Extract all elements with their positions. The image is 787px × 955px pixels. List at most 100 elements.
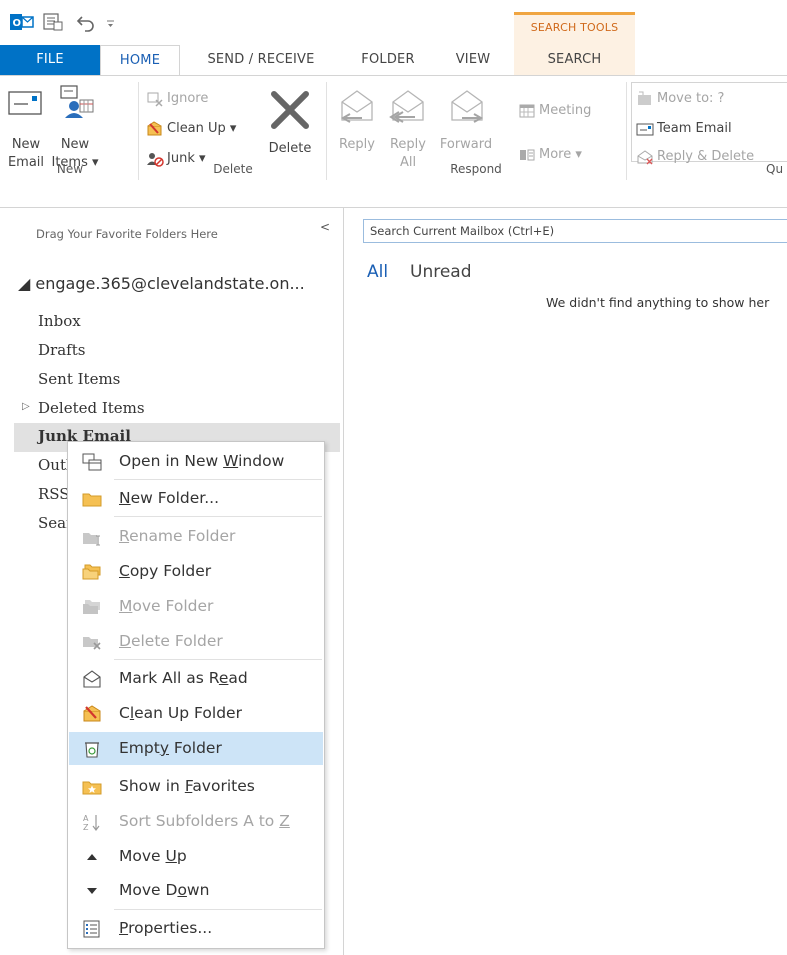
customize-toolbar-icon[interactable]	[106, 12, 116, 32]
tab-view[interactable]: VIEW	[440, 45, 506, 75]
menu-separator	[114, 479, 322, 480]
menu-mark-all-as-read[interactable]: Mark All as Read	[69, 662, 323, 695]
filter-unread[interactable]: Unread	[410, 262, 472, 282]
collapse-pane-button[interactable]: <	[320, 220, 330, 234]
menu-copy-folder[interactable]: Copy Folder	[69, 555, 323, 588]
delete-group-label: Delete	[213, 162, 253, 176]
ignore-button[interactable]: Ignore	[146, 88, 208, 110]
open-envelope-icon	[83, 670, 101, 688]
reply-label: Reply	[338, 137, 375, 152]
menu-item-label: Clean Up Folder	[119, 704, 242, 722]
meeting-button[interactable]: Meeting	[518, 100, 591, 122]
clean-up-icon	[147, 120, 162, 135]
filter-all[interactable]: All	[367, 262, 388, 282]
new-items-button[interactable]: New Items ▾	[50, 80, 100, 170]
account-header[interactable]: ◢ engage.365@clevelandstate.on...	[18, 274, 305, 293]
message-list-pane: Search Current Mailbox (Ctrl+E) All Unre…	[345, 208, 787, 955]
search-input[interactable]: Search Current Mailbox (Ctrl+E)	[363, 219, 787, 243]
outlook-logo-icon: O	[10, 14, 34, 30]
search-tools-group-label: SEARCH TOOLS	[514, 12, 635, 45]
svg-text:Z: Z	[83, 823, 89, 831]
tab-search[interactable]: SEARCH	[514, 45, 635, 75]
ribbon-separator	[138, 82, 139, 180]
new-email-label-1: New	[11, 137, 41, 152]
triangle-up-icon	[87, 854, 97, 860]
menu-item-label: Rename Folder	[119, 527, 236, 545]
menu-empty-folder[interactable]: Empty Folder	[69, 732, 323, 765]
menu-item-label: New Folder...	[119, 489, 220, 507]
tab-home[interactable]: HOME	[100, 45, 180, 76]
menu-move-folder[interactable]: Move Folder	[69, 590, 323, 623]
move-to-label: Move to: ?	[657, 91, 725, 106]
menu-rename-folder[interactable]: Rename Folder	[69, 520, 323, 553]
tab-send-receive[interactable]: SEND / RECEIVE	[186, 45, 336, 75]
send-receive-all-icon[interactable]	[42, 12, 64, 32]
menu-item-label: Mark All as Read	[119, 669, 248, 687]
new-group-label: New	[56, 162, 84, 176]
reply-delete-icon	[637, 149, 653, 164]
undo-icon[interactable]	[76, 12, 96, 32]
menu-properties[interactable]: Properties...	[69, 912, 323, 945]
reply-all-button[interactable]: Reply All	[384, 80, 432, 170]
menu-open-in-new-window[interactable]: Open in New Window	[69, 445, 323, 478]
folder-expander-icon[interactable]: ▷	[22, 401, 30, 412]
menu-sort-subfolders[interactable]: A Z Sort Subfolders A to Z	[69, 805, 323, 838]
move-to-quick-step[interactable]: Move to: ?	[636, 88, 724, 110]
menu-separator	[114, 909, 322, 910]
menu-item-label: Copy Folder	[119, 562, 212, 580]
respond-group-label: Respond	[450, 162, 502, 176]
tab-file[interactable]: FILE	[0, 45, 100, 75]
new-window-icon	[82, 453, 102, 471]
sort-az-icon: A Z	[83, 814, 100, 831]
tab-folder[interactable]: FOLDER	[346, 45, 430, 75]
delete-folder-icon	[83, 637, 101, 650]
move-to-icon	[638, 91, 651, 105]
forward-button[interactable]: Forward	[436, 80, 496, 160]
folder-drafts[interactable]: Drafts	[38, 341, 85, 359]
folder-sent-items[interactable]: Sent Items	[38, 370, 120, 388]
folder-rss[interactable]: RSS	[38, 485, 70, 503]
ribbon-separator	[626, 82, 627, 180]
menu-item-label: Empty Folder	[119, 739, 222, 757]
reply-icon	[340, 90, 373, 123]
reply-delete-label: Reply & Delete	[657, 149, 755, 164]
ribbon: New Email New Items ▾ New Ignore Clean U…	[0, 75, 787, 208]
properties-icon	[83, 920, 100, 938]
reply-button[interactable]: Reply	[334, 80, 380, 160]
quick-steps-group-label: Qu	[766, 162, 784, 176]
folder-deleted-items[interactable]: Deleted Items	[38, 399, 145, 417]
menu-move-down[interactable]: Move Down	[69, 874, 323, 907]
folder-inbox[interactable]: Inbox	[38, 312, 81, 330]
menu-new-folder[interactable]: New Folder...	[69, 482, 323, 515]
svg-text:A: A	[83, 814, 89, 823]
menu-item-label: Show in Favorites	[119, 777, 255, 795]
clean-up-button[interactable]: Clean Up ▾	[146, 118, 236, 140]
menu-clean-up-folder[interactable]: Clean Up Folder	[69, 697, 323, 730]
triangle-down-icon	[87, 888, 97, 894]
menu-separator	[114, 659, 322, 660]
reply-delete-quick-step[interactable]: Reply & Delete	[636, 146, 754, 168]
menu-show-in-favorites[interactable]: Show in Favorites	[69, 770, 323, 803]
new-items-icon	[60, 85, 94, 118]
more-label: More ▾	[539, 147, 582, 162]
new-email-icon	[8, 91, 42, 115]
reply-all-icon	[389, 90, 424, 123]
new-items-label-1: New	[60, 137, 90, 152]
move-folder-icon	[83, 600, 100, 614]
new-email-button[interactable]: New Email	[4, 80, 48, 170]
ignore-icon	[147, 92, 163, 107]
delete-button[interactable]: Delete	[260, 80, 320, 160]
menu-item-label: Properties...	[119, 919, 213, 937]
clean-up-folder-icon	[83, 705, 101, 722]
svg-text:O: O	[13, 18, 22, 29]
reply-all-label-1: Reply	[389, 137, 426, 152]
empty-list-message: We didn't find anything to show her	[546, 295, 770, 310]
team-email-label: Team Email	[657, 121, 732, 136]
meeting-icon	[519, 104, 535, 117]
title-bar: O SEARCH TOOLS	[0, 0, 787, 45]
menu-item-label: Delete Folder	[119, 632, 223, 650]
menu-delete-folder[interactable]: Delete Folder	[69, 625, 323, 658]
team-email-quick-step[interactable]: Team Email	[636, 118, 732, 140]
menu-move-up[interactable]: Move Up	[69, 840, 323, 873]
forward-icon	[451, 90, 484, 123]
